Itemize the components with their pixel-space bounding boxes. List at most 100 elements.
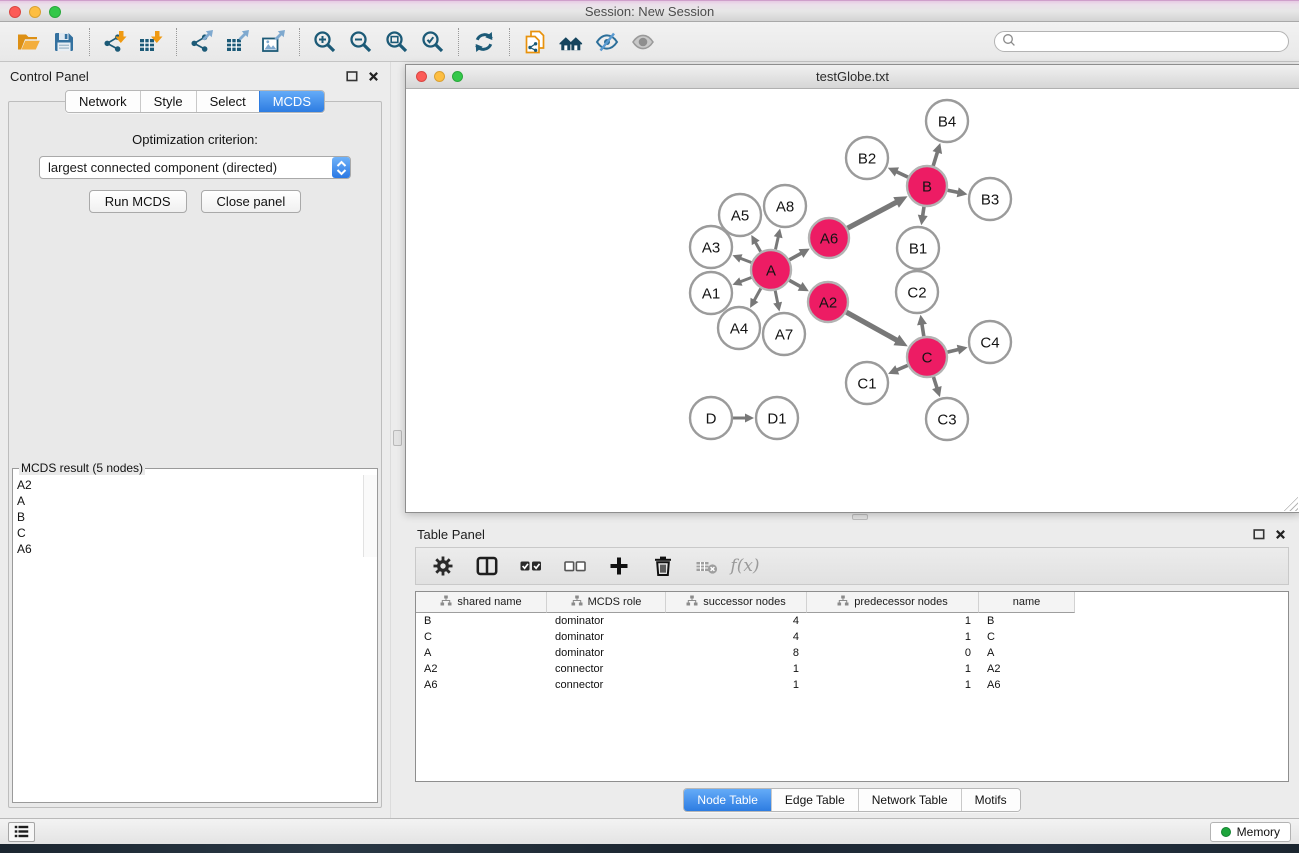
tab-mcds[interactable]: MCDS xyxy=(259,91,324,112)
run-mcds-button[interactable]: Run MCDS xyxy=(89,190,187,213)
edge-C-C4[interactable] xyxy=(947,349,958,352)
scrollbar[interactable] xyxy=(363,475,377,557)
memory-button[interactable]: Memory xyxy=(1210,822,1291,842)
edge-A2-C[interactable] xyxy=(846,312,897,340)
edge-A-A7[interactable] xyxy=(775,291,778,304)
edge-C-C1[interactable] xyxy=(896,365,907,370)
edge-A-A3[interactable] xyxy=(740,258,751,262)
close-view-button[interactable] xyxy=(416,71,427,82)
tab-style[interactable]: Style xyxy=(140,91,196,112)
table-tab-edge-table[interactable]: Edge Table xyxy=(771,789,858,811)
splitter-handle[interactable] xyxy=(393,430,402,446)
column-header-MCDS-role[interactable]: MCDS role xyxy=(547,592,666,613)
control-panel: Control Panel NetworkStyleSelectMCDS Opt… xyxy=(0,62,390,818)
search-box[interactable] xyxy=(994,31,1289,52)
column-label: name xyxy=(1013,596,1041,608)
minimize-window-button[interactable] xyxy=(29,6,41,18)
select-all-icon[interactable] xyxy=(512,551,550,581)
function-builder-icon[interactable]: f(x) xyxy=(726,551,764,581)
split-columns-icon[interactable] xyxy=(468,551,506,581)
table-row[interactable]: Adominator80A xyxy=(416,645,1288,661)
table-row[interactable]: Bdominator41B xyxy=(416,613,1288,629)
close-panel-icon[interactable] xyxy=(367,70,380,83)
open-folder-icon[interactable] xyxy=(10,26,46,58)
table-row[interactable]: A2connector11A2 xyxy=(416,661,1288,677)
mcds-result-item[interactable]: A6 xyxy=(17,541,377,557)
edge-arrowhead xyxy=(932,386,942,397)
network-window-titlebar[interactable]: testGlobe.txt xyxy=(406,65,1299,89)
zoom-selected-icon[interactable] xyxy=(415,26,451,58)
edge-B-B3[interactable] xyxy=(948,190,959,192)
minimize-view-button[interactable] xyxy=(434,71,445,82)
edge-B-B4[interactable] xyxy=(933,152,937,166)
column-header-shared-name[interactable]: shared name xyxy=(416,592,547,613)
deselect-all-icon[interactable] xyxy=(556,551,594,581)
import-table-icon[interactable] xyxy=(133,26,169,58)
tab-network[interactable]: Network xyxy=(66,91,140,112)
horizontal-splitter[interactable] xyxy=(405,513,1299,521)
gear-icon[interactable] xyxy=(424,551,462,581)
mcds-result-item[interactable]: C xyxy=(17,525,377,541)
mcds-result-item[interactable]: B xyxy=(17,509,377,525)
node-table[interactable]: shared nameMCDS rolesuccessor nodesprede… xyxy=(415,591,1289,782)
search-input[interactable] xyxy=(1020,35,1281,49)
edge-A-A6[interactable] xyxy=(789,253,801,260)
zoom-in-icon[interactable] xyxy=(307,26,343,58)
table-tab-motifs[interactable]: Motifs xyxy=(961,789,1020,811)
zoom-out-icon[interactable] xyxy=(343,26,379,58)
edge-C-C3[interactable] xyxy=(933,377,937,389)
table-tab-node-table[interactable]: Node Table xyxy=(684,789,771,811)
mcds-panel: Optimization criterion: largest connecte… xyxy=(8,101,382,808)
table-row[interactable]: Cdominator41C xyxy=(416,629,1288,645)
maximize-view-button[interactable] xyxy=(452,71,463,82)
close-panel-icon[interactable] xyxy=(1274,528,1287,541)
clone-network-icon[interactable] xyxy=(517,26,553,58)
fullscreen-window-button[interactable] xyxy=(49,6,61,18)
vertical-splitter[interactable] xyxy=(390,62,405,818)
close-window-button[interactable] xyxy=(9,6,21,18)
network-graph[interactable]: B4B2BB3A8A5A6A3B1AA1C2A2A4A7C4CC1C3DD1 xyxy=(406,89,1297,512)
tab-select[interactable]: Select xyxy=(196,91,259,112)
zoom-fit-icon[interactable] xyxy=(379,26,415,58)
splitter-handle[interactable] xyxy=(852,514,868,520)
export-table-icon[interactable] xyxy=(220,26,256,58)
criterion-dropdown[interactable]: largest connected component (directed) xyxy=(39,156,351,179)
mcds-result-item[interactable]: A xyxy=(17,493,377,509)
edge-B-B1[interactable] xyxy=(923,207,924,217)
window-title: Session: New Session xyxy=(585,4,714,19)
delete-table-icon[interactable] xyxy=(688,551,726,581)
network-canvas[interactable]: B4B2BB3A8A5A6A3B1AA1C2A2A4A7C4CC1C3DD1 xyxy=(406,89,1299,512)
task-history-button[interactable] xyxy=(8,822,35,842)
table-row[interactable]: A6connector11A6 xyxy=(416,677,1288,693)
table-cell: dominator xyxy=(547,613,666,629)
close-panel-button[interactable]: Close panel xyxy=(201,190,302,213)
save-icon[interactable] xyxy=(46,26,82,58)
float-panel-icon[interactable] xyxy=(1252,528,1265,541)
add-row-icon[interactable] xyxy=(600,551,638,581)
show-panel-icon[interactable] xyxy=(625,26,661,58)
float-panel-icon[interactable] xyxy=(345,70,358,83)
table-cell: A2 xyxy=(979,661,1075,677)
edge-A-A1[interactable] xyxy=(740,278,751,282)
column-header-successor-nodes[interactable]: successor nodes xyxy=(666,592,807,613)
import-network-icon[interactable] xyxy=(97,26,133,58)
column-header-predecessor-nodes[interactable]: predecessor nodes xyxy=(807,592,979,613)
export-network-icon[interactable] xyxy=(184,26,220,58)
home-views-icon[interactable] xyxy=(553,26,589,58)
edge-A-A4[interactable] xyxy=(754,288,761,300)
table-cell: 1 xyxy=(807,613,979,629)
export-image-icon[interactable] xyxy=(256,26,292,58)
edge-B-B2[interactable] xyxy=(896,172,908,178)
mcds-result-item[interactable]: A2 xyxy=(17,477,377,493)
delete-row-icon[interactable] xyxy=(644,551,682,581)
edge-C-C2[interactable] xyxy=(922,324,924,337)
edge-A-A8[interactable] xyxy=(775,236,778,249)
refresh-icon[interactable] xyxy=(466,26,502,58)
column-header-name[interactable]: name xyxy=(979,592,1075,613)
table-tab-network-table[interactable]: Network Table xyxy=(858,789,961,811)
edge-A-A2[interactable] xyxy=(789,280,801,287)
edge-A-A5[interactable] xyxy=(755,242,760,252)
network-window-controls xyxy=(416,71,463,82)
edge-A6-B[interactable] xyxy=(848,202,897,228)
hide-panel-icon[interactable] xyxy=(589,26,625,58)
